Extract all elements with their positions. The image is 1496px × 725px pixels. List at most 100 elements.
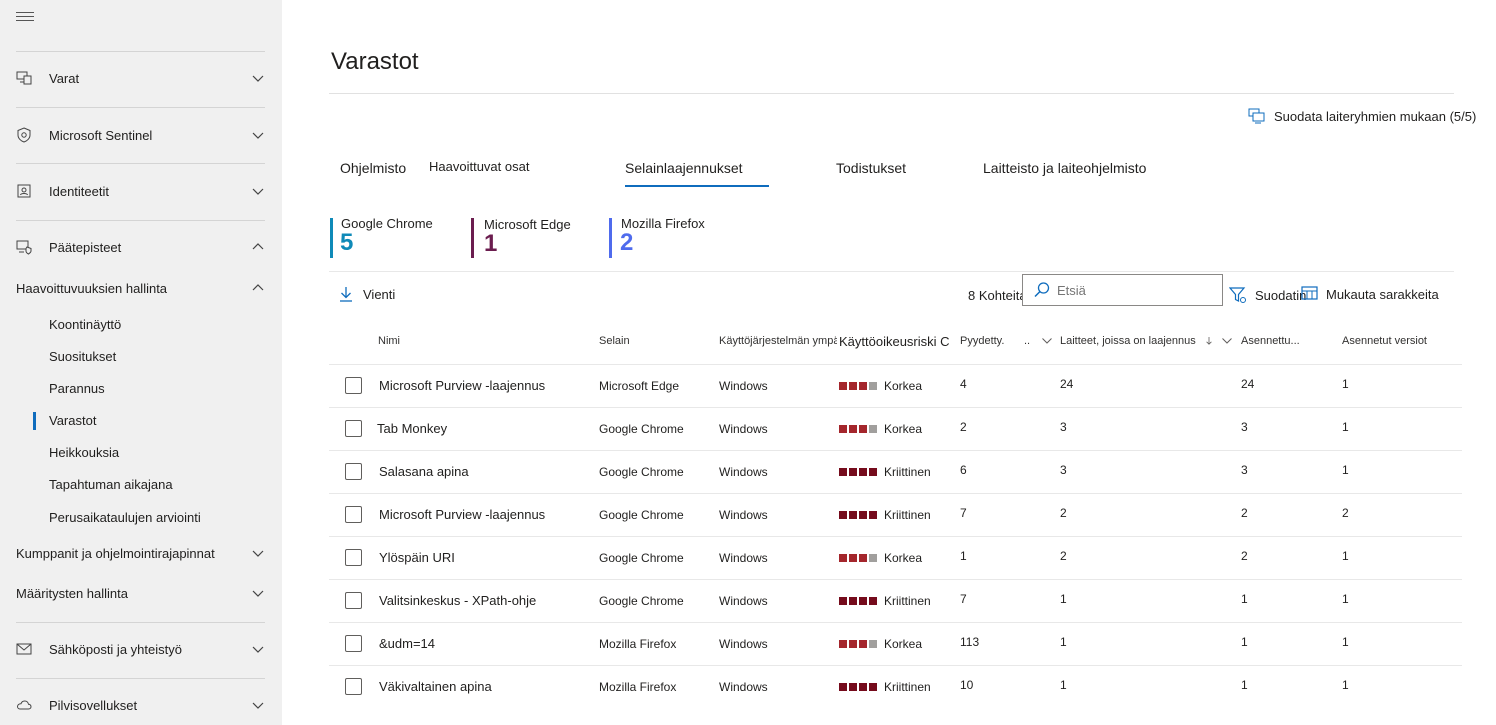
row-checkbox[interactable] xyxy=(345,420,362,437)
nav-separator xyxy=(16,622,265,623)
browser-cell: Microsoft Edge xyxy=(599,379,680,393)
table-row[interactable]: Microsoft Purview -laajennus Microsoft Ed… xyxy=(329,364,1462,407)
table-columns-icon xyxy=(1301,286,1318,300)
hamburger-menu-icon[interactable] xyxy=(16,12,34,26)
nav-section-assets[interactable]: Varat xyxy=(16,62,266,94)
nav-section-endpoints[interactable]: Päätepisteet xyxy=(16,231,266,263)
column-header-requested[interactable]: Pyydetty. xyxy=(960,335,1004,347)
risk-level-square xyxy=(869,597,877,605)
column-header-name[interactable]: Nimi xyxy=(378,335,400,347)
nav-sub-item-recommendations[interactable]: Suositukset xyxy=(49,347,116,367)
risk-level-square xyxy=(849,425,857,433)
browser-count: 1 xyxy=(484,230,498,257)
browser-card-edge[interactable]: Microsoft Edge 1 xyxy=(471,216,571,258)
active-indicator xyxy=(33,412,36,430)
chevron-down-icon[interactable] xyxy=(1222,337,1232,345)
devices-count: 3 xyxy=(1060,463,1067,477)
row-checkbox[interactable] xyxy=(345,463,362,480)
row-checkbox[interactable] xyxy=(345,635,362,652)
extension-name[interactable]: Väkivaltainen apina xyxy=(379,679,492,694)
search-input[interactable] xyxy=(1057,282,1207,298)
os-cell: Windows xyxy=(719,379,768,393)
extension-name[interactable]: Tab Monkey xyxy=(377,421,447,436)
nav-sub-item-baselines-assessment[interactable]: Perusaikataulujen arviointi xyxy=(49,508,201,528)
extension-name[interactable]: Microsoft Purview -laajennus xyxy=(379,378,545,393)
installed-count: 3 xyxy=(1241,420,1248,434)
tab-browser-extensions[interactable]: Selainlaajennukset xyxy=(625,160,743,182)
extension-name[interactable]: Valitsinkeskus - XPath-ohje xyxy=(379,593,536,608)
extension-name[interactable]: &udm=14 xyxy=(379,636,435,651)
row-checkbox[interactable] xyxy=(345,377,362,394)
tab-software[interactable]: Ohjelmisto xyxy=(340,160,406,182)
installed-count: 1 xyxy=(1241,635,1248,649)
nav-section-email-collaboration[interactable]: Sähköposti ja yhteistyö xyxy=(16,633,266,665)
nav-separator xyxy=(16,678,265,679)
risk-label: Kriittinen xyxy=(884,680,931,694)
browser-card-chrome[interactable]: Google Chrome 5 xyxy=(330,216,433,258)
nav-sub-item-dashboard[interactable]: Koontinäyttö xyxy=(49,315,121,335)
nav-group-partners-apis[interactable]: Kumppanit ja ohjelmointirajapinnat xyxy=(16,537,266,569)
left-navigation: Varat Microsoft Sentinel Identiteetit Pä… xyxy=(0,0,282,725)
chevron-down-icon[interactable] xyxy=(1042,337,1052,345)
nav-sub-item-remediation[interactable]: Parannus xyxy=(49,379,105,399)
browser-cell: Google Chrome xyxy=(599,465,684,479)
tab-hardware-firmware[interactable]: Laitteisto ja laiteohjelmisto xyxy=(983,160,1146,182)
risk-level-square xyxy=(849,683,857,691)
extension-name[interactable]: Microsoft Purview -laajennus xyxy=(379,507,545,522)
search-box[interactable] xyxy=(1022,274,1223,306)
cloud-icon xyxy=(16,697,32,713)
nav-sub-item-weaknesses[interactable]: Heikkouksia xyxy=(49,443,119,463)
filter-device-groups-label: Suodata laiteryhmien mukaan (5/5) xyxy=(1274,108,1477,124)
browser-card-accent xyxy=(471,218,474,258)
table-row[interactable]: Tab Monkey Google Chrome Windows Korkea 2 3 3 1 xyxy=(329,407,1462,450)
customize-columns-button[interactable]: Mukauta sarakkeita xyxy=(1301,286,1439,302)
chevron-down-icon xyxy=(252,550,264,557)
requested-count: 4 xyxy=(960,377,967,391)
column-header-devices-with-extension[interactable]: Laitteet, joissa on laajennus xyxy=(1060,335,1196,347)
browser-card-firefox[interactable]: Mozilla Firefox 2 xyxy=(609,216,705,258)
table-row[interactable]: &udm=14 Mozilla Firefox Windows Korkea 113 1 1… xyxy=(329,622,1462,665)
table-row[interactable]: Salasana apina Google Chrome Windows Kriitt… xyxy=(329,450,1462,493)
device-groups-filter-icon xyxy=(1248,108,1265,124)
shield-icon xyxy=(16,127,32,143)
browser-count: 5 xyxy=(340,229,354,256)
table-row[interactable]: Väkivaltainen apina Mozilla Firefox Window… xyxy=(329,665,1462,708)
nav-group-label: Kumppanit ja ohjelmointirajapinnat xyxy=(16,545,215,561)
chevron-down-icon xyxy=(252,75,264,82)
column-header-permission-risk[interactable]: Käyttöoikeusriski C xyxy=(839,334,950,349)
filter-button[interactable]: Suodatin xyxy=(1229,286,1306,304)
row-checkbox[interactable] xyxy=(345,678,362,695)
nav-group-vulnerability-management[interactable]: Haavoittuvuuksien hallinta xyxy=(16,272,266,304)
nav-section-cloud-apps[interactable]: Pilvisovellukset xyxy=(16,689,266,721)
nav-group-label: Määritysten hallinta xyxy=(16,585,128,601)
column-header-browser[interactable]: Selain xyxy=(599,335,630,347)
tab-certificates[interactable]: Todistukset xyxy=(836,160,906,182)
row-checkbox[interactable] xyxy=(345,592,362,609)
table-row[interactable]: Valitsinkeskus - XPath-ohje Google Chrome… xyxy=(329,579,1462,622)
filter-device-groups-button[interactable]: Suodata laiteryhmien mukaan (5/5) xyxy=(1248,108,1476,124)
tab-vulnerable-components[interactable]: Haavoittuvat osat xyxy=(429,159,529,181)
extension-name[interactable]: Ylöspäin URI xyxy=(379,550,455,565)
row-checkbox[interactable] xyxy=(345,506,362,523)
installed-versions-count: 1 xyxy=(1342,549,1349,563)
table-row[interactable]: Ylöspäin URI Google Chrome Windows Korkea 1 2… xyxy=(329,536,1462,579)
nav-group-configuration-management[interactable]: Määritysten hallinta xyxy=(16,577,266,609)
nav-sub-item-inventories[interactable]: Varastot xyxy=(49,411,96,431)
permission-risk: Kriittinen xyxy=(839,680,931,694)
row-checkbox[interactable] xyxy=(345,549,362,566)
nav-sub-item-event-timeline[interactable]: Tapahtuman aikajana xyxy=(49,475,173,495)
table-row[interactable]: Microsoft Purview -laajennus Google Chrom… xyxy=(329,493,1462,536)
extension-name[interactable]: Salasana apina xyxy=(379,464,469,479)
column-header-os[interactable]: Käyttöjärjestelmän ympäristö xyxy=(719,335,837,347)
requested-count: 7 xyxy=(960,592,967,606)
column-header-installed[interactable]: Asennettu... xyxy=(1241,335,1300,347)
installed-count: 2 xyxy=(1241,549,1248,563)
export-button[interactable]: Vienti xyxy=(339,286,395,302)
os-cell: Windows xyxy=(719,508,768,522)
nav-section-microsoft-sentinel[interactable]: Microsoft Sentinel xyxy=(16,119,266,151)
column-header-installed-versions[interactable]: Asennetut versiot xyxy=(1342,335,1427,347)
nav-section-identities[interactable]: Identiteetit xyxy=(16,175,266,207)
devices-count: 24 xyxy=(1060,377,1074,391)
risk-level-square xyxy=(849,382,857,390)
column-header-more[interactable]: .. xyxy=(1024,335,1030,347)
